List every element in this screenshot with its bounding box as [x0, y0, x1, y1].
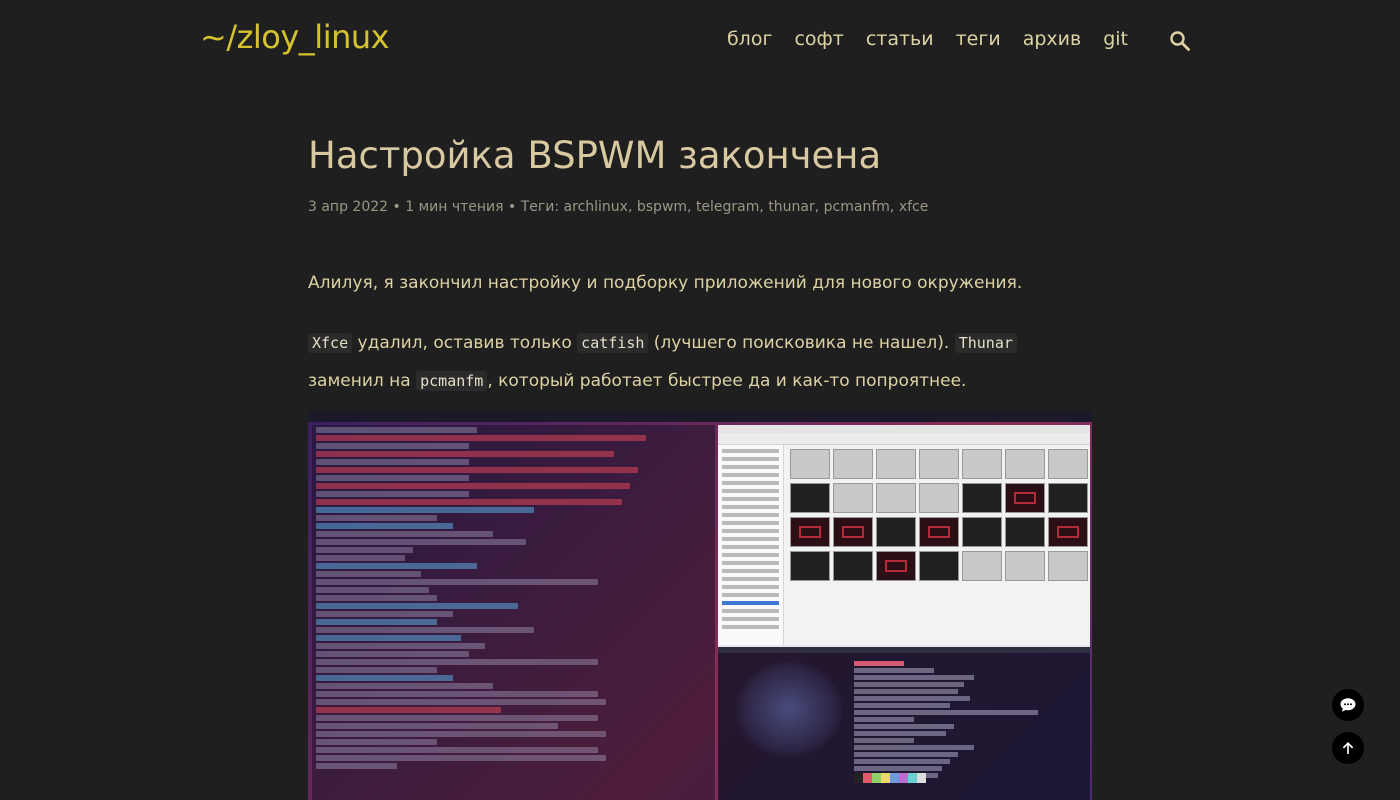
meta-separator: •	[503, 199, 521, 215]
code-pcmanfm: pcmanfm	[416, 371, 488, 391]
nav-archive[interactable]: архив	[1023, 28, 1082, 50]
nav-blog[interactable]: блог	[727, 28, 772, 50]
paragraph-text: , который работает быстрее да и как-то п…	[487, 371, 967, 391]
post-title: Настройка BSPWM закончена	[308, 134, 882, 177]
post-paragraph-2: Xfce удалил, оставив только catfish (луч…	[308, 324, 1092, 400]
post: Настройка BSPWM закончена 3 апр 2022 • 1…	[308, 130, 1092, 400]
nav-soft[interactable]: софт	[794, 28, 843, 50]
meta-separator: •	[388, 199, 406, 215]
comments-button[interactable]	[1332, 689, 1364, 721]
paragraph-text: заменил на	[308, 371, 417, 391]
arrow-up-icon	[1342, 742, 1354, 754]
paragraph-text: (лучшего поисковика не нашел).	[648, 333, 955, 353]
tag-bspwm[interactable]: bspwm	[637, 199, 687, 215]
screenshot-file-manager	[718, 425, 1090, 653]
code-xfce: Xfce	[308, 333, 353, 353]
tag-thunar[interactable]: thunar	[768, 199, 814, 215]
main-nav: блог софт статьи теги архив git	[727, 28, 1128, 50]
nav-articles[interactable]: статьи	[866, 28, 934, 50]
tag-archlinux[interactable]: archlinux	[564, 199, 628, 215]
screenshot-neofetch	[718, 647, 1090, 800]
site-logo[interactable]: ~/zloy_linux	[200, 18, 390, 56]
post-date: 3 апр 2022	[308, 199, 389, 215]
screenshot-terminal	[312, 425, 715, 800]
desktop-screenshot-image[interactable]	[308, 411, 1092, 800]
code-thunar: Thunar	[954, 333, 1017, 353]
tag-xfce[interactable]: xfce	[899, 199, 929, 215]
screenshot-top-panel	[308, 411, 1092, 422]
tag-pcmanfm[interactable]: pcmanfm	[824, 199, 890, 215]
tags-label: Теги:	[520, 199, 564, 215]
nav-git[interactable]: git	[1103, 28, 1128, 50]
paragraph-text: удалил, оставив только	[352, 333, 578, 353]
post-meta: 3 апр 2022 • 1 мин чтения • Теги: archli…	[308, 199, 929, 215]
site-header: ~/zloy_linux блог софт статьи теги архив…	[0, 0, 1400, 80]
read-time: 1 мин чтения	[405, 199, 504, 215]
search-icon[interactable]	[1168, 29, 1192, 53]
code-catfish: catfish	[577, 333, 649, 353]
scroll-top-button[interactable]	[1332, 732, 1364, 764]
post-paragraph-1: Алилуя, я закончил настройку и подборку …	[308, 273, 1023, 293]
color-swatches	[854, 773, 926, 783]
comment-icon	[1340, 698, 1356, 712]
nav-tags[interactable]: теги	[956, 28, 1001, 50]
tag-telegram[interactable]: telegram	[696, 199, 759, 215]
